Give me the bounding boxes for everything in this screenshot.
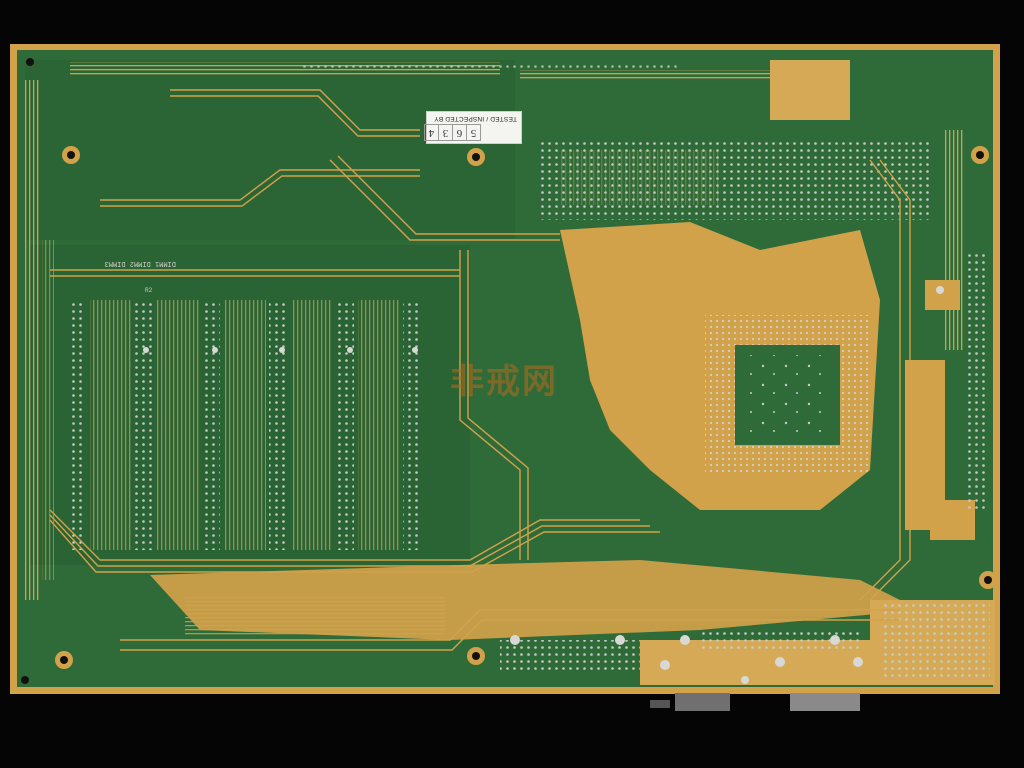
sticker-digit: 5 [466,124,481,141]
silkscreen-row-label: DIMM1 DIMM2 DIMM3 [105,259,176,267]
sticker-digit: 6 [452,124,466,141]
inspection-sticker: TESTED / INSPECTED BY 5 6 3 4 [424,111,522,144]
sticker-digit-row: 5 6 3 4 [424,124,481,141]
site-watermark: 非戒网 [446,340,586,420]
io-connector-2 [790,693,860,711]
watermark-main: 非戒网 [450,362,558,402]
sticker-digit: 4 [424,124,438,141]
io-connector-1 [675,693,730,711]
silkscreen-small-label: R2 [145,287,153,294]
sticker-label: TESTED / INSPECTED BY [434,115,517,122]
sticker-digit: 3 [438,124,452,141]
